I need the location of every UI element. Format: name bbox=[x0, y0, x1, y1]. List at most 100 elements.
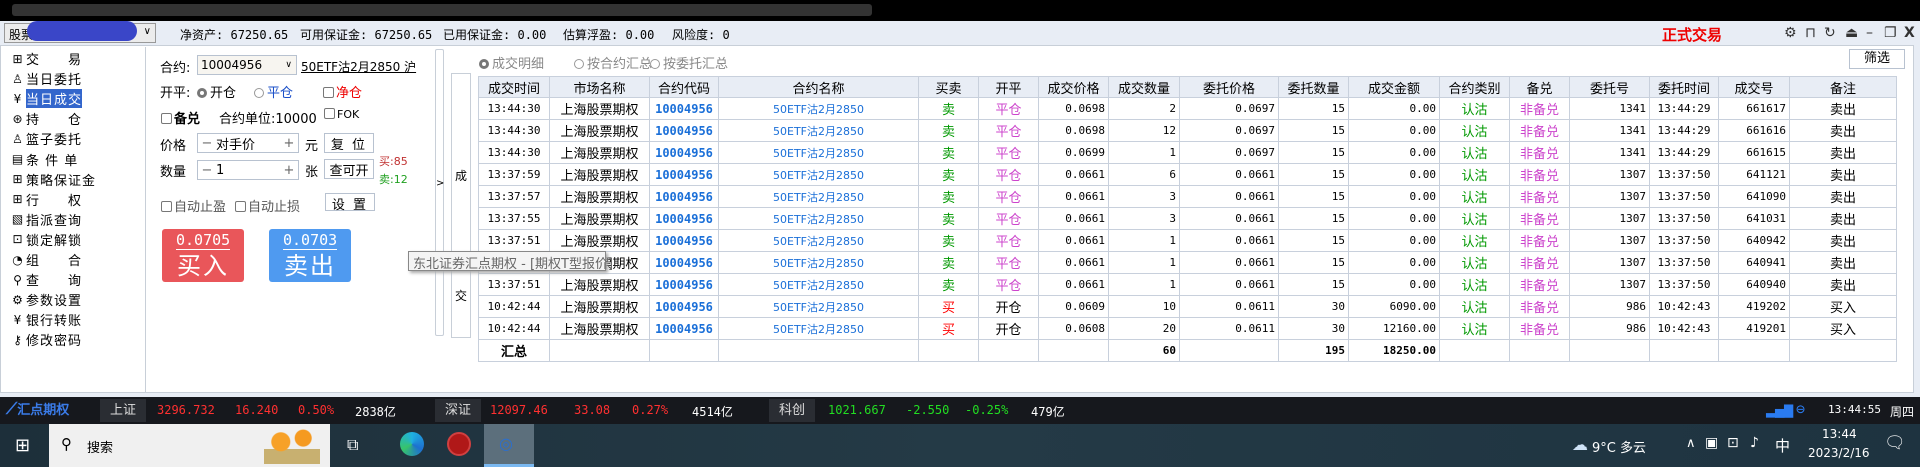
sidebar-item[interactable]: ⊛ 持 仓 bbox=[11, 109, 82, 129]
sidebar-item[interactable]: ▤ 条 件 单 bbox=[11, 150, 78, 169]
weather-text[interactable]: 9°C 多云 bbox=[1592, 437, 1646, 456]
tray-app-icon[interactable]: ▣ bbox=[1705, 435, 1718, 451]
ime-indicator[interactable]: 中 bbox=[1775, 435, 1790, 456]
column-header[interactable]: 买卖 bbox=[918, 76, 979, 98]
table-row[interactable]: 13:37:59 上海股票期权 10004956 50ETF沽2月2850 卖平仓 0.0… bbox=[478, 163, 1897, 186]
sidebar-item[interactable]: ⚲ 查 询 bbox=[11, 270, 82, 290]
cell-7: 6 bbox=[1108, 163, 1180, 186]
column-header[interactable]: 合约名称 bbox=[718, 76, 919, 98]
column-header[interactable]: 委托时间 bbox=[1649, 76, 1719, 98]
column-header[interactable]: 成交号 bbox=[1718, 76, 1790, 98]
clock-date[interactable]: 2023/2/16 bbox=[1808, 446, 1870, 460]
minus-icon[interactable]: − bbox=[198, 163, 216, 178]
settings-button[interactable]: 设 置 bbox=[325, 193, 375, 213]
sidebar-item[interactable]: ⚷ 修改密码 bbox=[11, 330, 82, 350]
index-kc[interactable]: 科创 bbox=[769, 399, 815, 422]
app-red-icon[interactable] bbox=[447, 432, 471, 456]
network-icon[interactable]: ⊡ bbox=[1727, 435, 1739, 451]
fok-checkbox[interactable]: FOK bbox=[324, 108, 359, 121]
view-by-contract[interactable]: 按合约汇总 bbox=[574, 53, 652, 72]
qty-stepper[interactable]: −1 + bbox=[197, 160, 299, 180]
sell-button[interactable]: 0.0703 卖出 bbox=[269, 229, 351, 282]
close-icon[interactable]: X bbox=[1904, 25, 1915, 41]
table-row[interactable]: 13:44:30 上海股票期权 10004956 50ETF沽2月2850 卖平仓 0.0… bbox=[478, 119, 1897, 142]
sidebar-item[interactable]: ⚙ 参数设置 bbox=[11, 290, 82, 310]
column-header[interactable]: 委托号 bbox=[1569, 76, 1650, 98]
price-stepper[interactable]: − 对手价 + bbox=[197, 133, 299, 153]
sidebar-item[interactable]: ⊞ 策略保证金 bbox=[11, 170, 96, 189]
query-open-button[interactable]: 查可开 bbox=[324, 159, 374, 179]
plus-icon[interactable]: + bbox=[280, 136, 298, 151]
column-header[interactable]: 委托数量 bbox=[1278, 76, 1349, 98]
column-header[interactable]: 开平 bbox=[978, 76, 1039, 98]
view-detail[interactable]: 成交明细 bbox=[479, 53, 544, 72]
table-row[interactable]: 13:37:55 上海股票期权 10004956 50ETF沽2月2850 卖平仓 0.0… bbox=[478, 207, 1897, 230]
net-checkbox[interactable]: 净仓 bbox=[323, 82, 362, 101]
table-row[interactable]: 10:42:44 上海股票期权 10004956 50ETF沽2月2850 买开仓 0.0… bbox=[478, 317, 1897, 340]
app-huidian-active[interactable]: ◎ bbox=[484, 424, 534, 467]
refresh-icon[interactable]: ↻ bbox=[1824, 25, 1836, 41]
column-header[interactable]: 合约类别 bbox=[1439, 76, 1510, 98]
minus-icon[interactable]: − bbox=[198, 136, 216, 151]
sidebar-item[interactable]: ¥ 银行转账 bbox=[11, 310, 82, 330]
cell-11: 认沽 bbox=[1439, 141, 1510, 164]
lock-icon[interactable]: ⊓ bbox=[1805, 25, 1816, 41]
table-row[interactable]: 13:44:30 上海股票期权 10004956 50ETF沽2月2850 卖平仓 0.0… bbox=[478, 141, 1897, 164]
column-header[interactable]: 成交数量 bbox=[1108, 76, 1180, 98]
sidebar-item[interactable]: ♙ 篮子委托 bbox=[11, 129, 82, 149]
contract-input[interactable]: 10004956 ∨ bbox=[197, 55, 297, 75]
radio-open[interactable]: 开仓 bbox=[197, 82, 236, 101]
column-header[interactable]: 备注 bbox=[1789, 76, 1897, 98]
task-view-icon[interactable]: ⧉ bbox=[347, 435, 358, 455]
table-row[interactable]: 13:37:51上海股票期权1000495650ETF沽2月2850卖平仓0.0… bbox=[478, 251, 1897, 274]
clock-time[interactable]: 13:44 bbox=[1822, 427, 1857, 441]
sidebar-item[interactable]: ⊞ 交 易 bbox=[11, 49, 82, 69]
sidebar-item[interactable]: ♙ 当日委托 bbox=[11, 69, 82, 89]
eject-icon[interactable]: ⏏ bbox=[1845, 25, 1858, 41]
sidebar-icon: ¥ bbox=[13, 312, 23, 327]
sidebar-item[interactable]: ⊞ 行 权 bbox=[11, 190, 82, 209]
view-by-order[interactable]: 按委托汇总 bbox=[650, 53, 728, 72]
column-header[interactable]: 委托价格 bbox=[1179, 76, 1279, 98]
index-sh[interactable]: 上证 bbox=[100, 399, 146, 422]
sidebar-item[interactable]: ¥ 当日成交 bbox=[11, 89, 83, 109]
windows-start-icon[interactable]: ⊞ bbox=[15, 435, 30, 456]
buy-button[interactable]: 0.0705 买入 bbox=[162, 229, 244, 282]
table-row[interactable]: 10:42:44 上海股票期权 10004956 50ETF沽2月2850 买开仓 0.0… bbox=[478, 295, 1897, 318]
volume-icon[interactable]: ♪ bbox=[1750, 435, 1759, 451]
column-header[interactable]: 成交时间 bbox=[478, 76, 550, 98]
edge-icon[interactable] bbox=[400, 432, 424, 456]
sidebar-item[interactable]: ▧ 指派查询 bbox=[11, 210, 82, 229]
column-header[interactable]: 市场名称 bbox=[549, 76, 650, 98]
trade-tab[interactable]: 成交 bbox=[451, 73, 471, 338]
table-row[interactable]: 13:44:30 上海股票期权 10004956 50ETF沽2月2850 卖平仓 0.0… bbox=[478, 97, 1897, 120]
auto-sl-checkbox[interactable]: 自动止损 bbox=[235, 196, 300, 215]
chevron-up-icon[interactable]: ∧ bbox=[1686, 436, 1696, 451]
column-header[interactable]: 成交金额 bbox=[1348, 76, 1440, 98]
filter-button[interactable]: 筛选 bbox=[1849, 49, 1905, 69]
plus-icon[interactable]: + bbox=[280, 163, 298, 178]
index-sz[interactable]: 深证 bbox=[435, 399, 481, 422]
table-row[interactable]: 13:37:51上海股票期权1000495650ETF沽2月2850卖平仓0.0… bbox=[478, 273, 1897, 296]
covered-checkbox[interactable]: 备兑 bbox=[161, 108, 200, 127]
column-header[interactable]: 合约代码 bbox=[649, 76, 719, 98]
column-header[interactable]: 备兑 bbox=[1509, 76, 1570, 98]
cell-4: 卖 bbox=[918, 207, 979, 230]
notification-icon[interactable]: 🗨 bbox=[1884, 433, 1906, 453]
account-select[interactable]: 股票期权账户∨ bbox=[4, 21, 156, 43]
sidebar-icon: ♙ bbox=[12, 71, 24, 86]
reset-button[interactable]: 复 位 bbox=[324, 133, 374, 153]
table-row[interactable]: 13:37:57 上海股票期权 10004956 50ETF沽2月2850 卖平仓 0.0… bbox=[478, 185, 1897, 208]
column-header[interactable]: 成交价格 bbox=[1038, 76, 1109, 98]
table-row[interactable]: 13:37:51上海股票期权1000495650ETF沽2月2850卖平仓0.0… bbox=[478, 229, 1897, 252]
sidebar-item[interactable]: ⊡ 锁定解锁 bbox=[11, 230, 82, 249]
sidebar-item[interactable]: ◔ 组 合 bbox=[11, 250, 82, 270]
minimize-icon[interactable]: – bbox=[1866, 25, 1873, 41]
collapse-handle[interactable]: > bbox=[435, 49, 444, 336]
auto-tp-checkbox[interactable]: 自动止盈 bbox=[161, 196, 226, 215]
restore-icon[interactable]: ❐ bbox=[1884, 25, 1897, 41]
taskbar-search[interactable]: ⚲ 搜索 bbox=[49, 424, 330, 467]
gear-icon[interactable]: ⚙ bbox=[1784, 25, 1797, 41]
radio-close[interactable]: 平仓 bbox=[254, 82, 293, 101]
cell-15: 640941 bbox=[1718, 251, 1790, 274]
